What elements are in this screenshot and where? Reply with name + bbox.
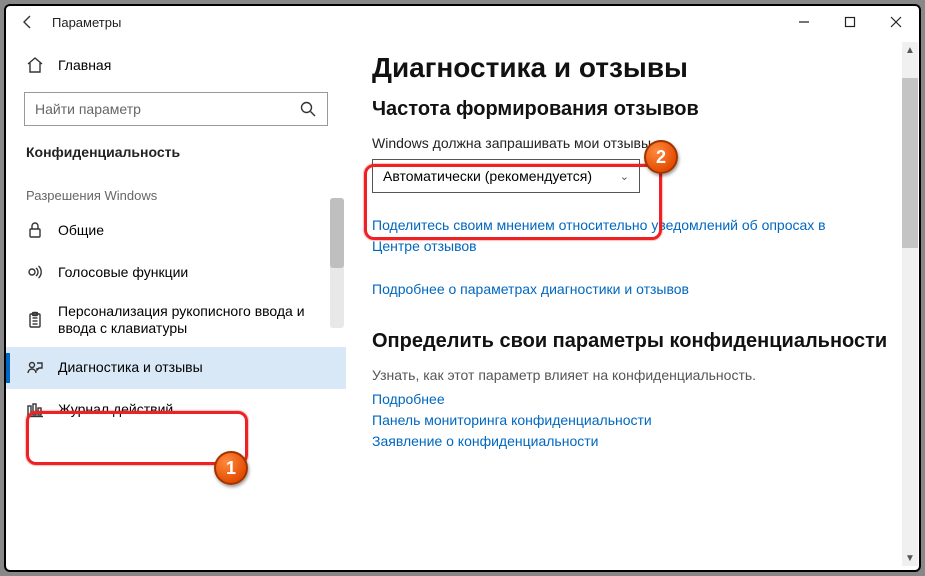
sidebar-home-label: Главная (58, 57, 111, 73)
sidebar-item-diagnostics[interactable]: Диагностика и отзывы (6, 347, 346, 389)
main-content: Диагностика и отзывы Частота формировани… (346, 38, 919, 570)
sidebar-item-label: Персонализация рукописного ввода и ввода… (58, 303, 326, 337)
section-heading: Частота формирования отзывов (372, 98, 901, 121)
back-button[interactable] (12, 6, 44, 38)
link-privacy-statement[interactable]: Заявление о конфиденциальности (372, 431, 901, 452)
home-icon (26, 56, 44, 74)
feedback-icon (26, 359, 44, 377)
scroll-up-arrow[interactable]: ▲ (902, 42, 918, 58)
dropdown-label: Windows должна запрашивать мои отзывы (372, 135, 901, 151)
sidebar: Главная Найти параметр Конфиденциальност… (6, 38, 346, 570)
sidebar-item-general[interactable]: Общие (6, 209, 346, 251)
sidebar-home[interactable]: Главная (6, 48, 346, 82)
voice-icon (26, 263, 44, 281)
link-feedback-hub[interactable]: Поделитесь своим мнением относительно ув… (372, 215, 852, 257)
page-title: Диагностика и отзывы (372, 52, 901, 84)
main-scrollbar-thumb[interactable] (902, 78, 918, 248)
link-more[interactable]: Подробнее (372, 389, 901, 410)
section-heading-privacy: Определить свои параметры конфиденциальн… (372, 330, 901, 353)
sidebar-item-label: Журнал действий (58, 401, 326, 418)
history-icon (26, 401, 44, 419)
sidebar-item-label: Общие (58, 222, 326, 239)
search-input[interactable]: Найти параметр (24, 92, 328, 126)
link-learn-more-diag[interactable]: Подробнее о параметрах диагностики и отз… (372, 279, 852, 300)
clipboard-icon (26, 311, 44, 329)
maximize-button[interactable] (827, 6, 873, 38)
sidebar-item-inking[interactable]: Персонализация рукописного ввода и ввода… (6, 293, 346, 347)
sidebar-group-label: Разрешения Windows (6, 170, 346, 209)
search-icon (299, 100, 317, 118)
close-button[interactable] (873, 6, 919, 38)
search-placeholder: Найти параметр (35, 101, 141, 117)
lock-icon (26, 221, 44, 239)
sidebar-item-voice[interactable]: Голосовые функции (6, 251, 346, 293)
feedback-frequency-dropdown[interactable]: Автоматически (рекомендуется) ⌄ (372, 159, 640, 193)
sidebar-item-activity[interactable]: Журнал действий (6, 389, 346, 431)
sidebar-item-label: Диагностика и отзывы (58, 359, 326, 376)
dropdown-value: Автоматически (рекомендуется) (383, 168, 592, 184)
sidebar-scrollbar-thumb[interactable] (330, 198, 344, 268)
sidebar-category: Конфиденциальность (6, 140, 346, 170)
minimize-button[interactable] (781, 6, 827, 38)
sidebar-item-label: Голосовые функции (58, 264, 326, 281)
link-privacy-dashboard[interactable]: Панель мониторинга конфиденциальности (372, 410, 901, 431)
privacy-desc: Узнать, как этот параметр влияет на конф… (372, 367, 901, 383)
chevron-down-icon: ⌄ (620, 170, 629, 183)
window-title: Параметры (52, 15, 121, 30)
scroll-down-arrow[interactable]: ▼ (902, 550, 918, 566)
